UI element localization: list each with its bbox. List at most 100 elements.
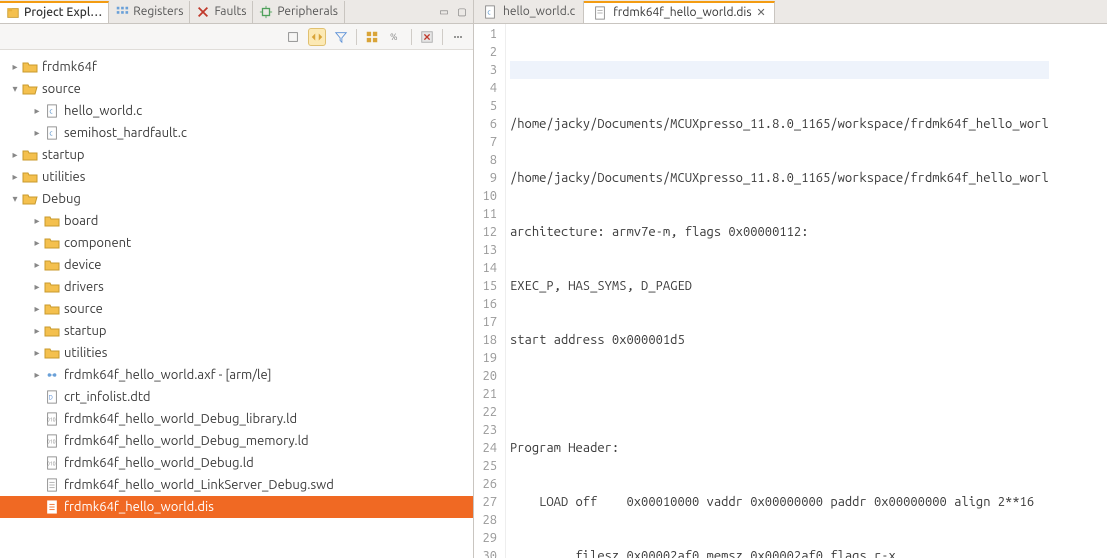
code-line: architecture: armv7e-m, flags 0x00000112… (510, 223, 1049, 241)
project-explorer-icon (6, 6, 20, 20)
folder-open-icon (22, 191, 38, 207)
editor-tabstrip: c hello_world.c frdmk64f_hello_world.dis… (474, 0, 1107, 24)
line-number: 9 (480, 169, 497, 187)
tree-label: Debug (42, 192, 81, 206)
tab-peripherals[interactable]: Peripherals (253, 1, 345, 23)
expand-arrow-icon[interactable]: ▸ (30, 105, 44, 117)
collapse-arrow-icon[interactable]: ▾ (8, 83, 22, 95)
minimize-view-icon[interactable]: ▭ (437, 5, 451, 19)
tree-item-frdmk64f[interactable]: ▸frdmk64f (0, 56, 473, 78)
tree-item-crt[interactable]: Dcrt_infolist.dtd (0, 386, 473, 408)
toolbar-grid-icon[interactable] (363, 28, 381, 46)
tab-faults[interactable]: Faults (190, 1, 253, 23)
tree-label: source (64, 302, 103, 316)
tree-item-source-2[interactable]: ▸ source (0, 298, 473, 320)
tab-label: Project Expl… (24, 6, 102, 19)
tree-item-hello-world-c[interactable]: ▸chello_world.c (0, 100, 473, 122)
editor-tab-hello-world[interactable]: c hello_world.c (474, 1, 584, 23)
close-tab-icon[interactable]: ✕ (757, 6, 766, 19)
expand-arrow-icon[interactable]: ▸ (30, 303, 44, 315)
tree-label: frdmk64f_hello_world.axf - [arm/le] (64, 368, 272, 382)
expand-arrow-icon[interactable]: ▸ (30, 347, 44, 359)
code-line: EXEC_P, HAS_SYMS, D_PAGED (510, 277, 1049, 295)
toolbar-cancel-icon[interactable] (418, 28, 436, 46)
expand-arrow-icon[interactable]: ▸ (30, 325, 44, 337)
line-number: 22 (480, 403, 497, 421)
toolbar-filter-icon[interactable] (332, 28, 350, 46)
code-line: LOAD off 0x00010000 vaddr 0x00000000 pad… (510, 493, 1049, 511)
toolbar-menu-icon[interactable] (449, 28, 467, 46)
tree-label: startup (42, 148, 84, 162)
tree-item-debug-ld[interactable]: 010frdmk64f_hello_world_Debug.ld (0, 452, 473, 474)
line-number: 6 (480, 115, 497, 133)
line-number: 25 (480, 457, 497, 475)
expand-arrow-icon[interactable]: ▸ (8, 149, 22, 161)
tree-item-lib-ld[interactable]: 010 frdmk64f_hello_world_Debug_library.ld (0, 408, 473, 430)
expand-arrow-icon[interactable]: ▸ (30, 237, 44, 249)
expand-arrow-icon[interactable]: ▸ (30, 127, 44, 139)
tree-item-startup-2[interactable]: ▸startup (0, 320, 473, 342)
expand-arrow-icon[interactable]: ▸ (30, 215, 44, 227)
c-file-icon: c (44, 103, 60, 119)
toolbar-focus-icon[interactable] (284, 28, 302, 46)
tab-label: Peripherals (277, 5, 338, 18)
folder-icon (22, 59, 38, 75)
folder-icon (44, 213, 60, 229)
tree-item-axf[interactable]: ▸ frdmk64f_hello_world.axf - [arm/le] (0, 364, 473, 386)
line-number: 13 (480, 241, 497, 259)
tree-label: device (64, 258, 101, 272)
tab-registers[interactable]: Registers (109, 1, 190, 23)
tree-item-component[interactable]: ▸component (0, 232, 473, 254)
svg-text:D: D (49, 395, 53, 402)
tree-label: frdmk64f_hello_world_Debug_library.ld (64, 412, 297, 426)
toolbar-percent-icon[interactable]: % (387, 28, 405, 46)
expand-arrow-icon[interactable]: ▸ (30, 281, 44, 293)
tree-item-board[interactable]: ▸board (0, 210, 473, 232)
expand-arrow-icon[interactable]: ▸ (30, 259, 44, 271)
code-content[interactable]: /home/jacky/Documents/MCUXpresso_11.8.0_… (506, 24, 1049, 558)
tree-item-swd[interactable]: frdmk64f_hello_world_LinkServer_Debug.sw… (0, 474, 473, 496)
expand-arrow-icon[interactable]: ▸ (8, 171, 22, 183)
line-number: 12 (480, 223, 497, 241)
tree-item-source[interactable]: ▾ source (0, 78, 473, 100)
view-window-controls: ▭ ▢ (437, 5, 473, 19)
text-editor[interactable]: 1 2 3 4 5 6 7 8 9 10 11 12 13 14 15 16 1… (474, 24, 1107, 558)
ld-file-icon: 010 (44, 411, 60, 427)
code-line: filesz 0x00002af0 memsz 0x00002af0 flags… (510, 547, 1049, 558)
svg-text:010: 010 (47, 417, 56, 423)
expand-arrow-icon[interactable]: ▸ (8, 61, 22, 73)
tab-project-explorer[interactable]: Project Expl… (0, 1, 109, 23)
c-file-icon: c (482, 4, 498, 20)
explorer-toolbar: % (0, 24, 473, 50)
folder-icon (44, 323, 60, 339)
line-number: 5 (480, 97, 497, 115)
tree-item-debug[interactable]: ▾ Debug (0, 188, 473, 210)
tree-item-utilities-2[interactable]: ▸utilities (0, 342, 473, 364)
toolbar-link-icon[interactable] (308, 28, 326, 46)
tree-item-mem-ld[interactable]: 010frdmk64f_hello_world_Debug_memory.ld (0, 430, 473, 452)
folder-open-icon (22, 81, 38, 97)
tree-item-semihost[interactable]: ▸csemihost_hardfault.c (0, 122, 473, 144)
faults-icon (196, 5, 210, 19)
line-number-gutter: 1 2 3 4 5 6 7 8 9 10 11 12 13 14 15 16 1… (474, 24, 506, 558)
line-number: 17 (480, 313, 497, 331)
editor-tab-dis[interactable]: frdmk64f_hello_world.dis ✕ (584, 1, 775, 23)
line-number: 20 (480, 367, 497, 385)
tree-item-startup[interactable]: ▸ startup (0, 144, 473, 166)
code-line (510, 385, 1049, 403)
line-number: 4 (480, 79, 497, 97)
tree-item-device[interactable]: ▸ device (0, 254, 473, 276)
expand-arrow-icon[interactable]: ▸ (30, 369, 44, 381)
folder-icon (44, 345, 60, 361)
ld-file-icon: 010 (44, 455, 60, 471)
maximize-view-icon[interactable]: ▢ (455, 5, 469, 19)
tree-item-dis[interactable]: frdmk64f_hello_world.dis (0, 496, 473, 518)
code-line: /home/jacky/Documents/MCUXpresso_11.8.0_… (510, 115, 1049, 133)
line-number: 19 (480, 349, 497, 367)
tree-item-utilities[interactable]: ▸utilities (0, 166, 473, 188)
project-tree[interactable]: ▸frdmk64f ▾ source ▸chello_world.c ▸csemi… (0, 50, 473, 558)
collapse-arrow-icon[interactable]: ▾ (8, 193, 22, 205)
c-file-icon: c (44, 125, 60, 141)
tree-item-drivers[interactable]: ▸drivers (0, 276, 473, 298)
tree-label: source (42, 82, 81, 96)
